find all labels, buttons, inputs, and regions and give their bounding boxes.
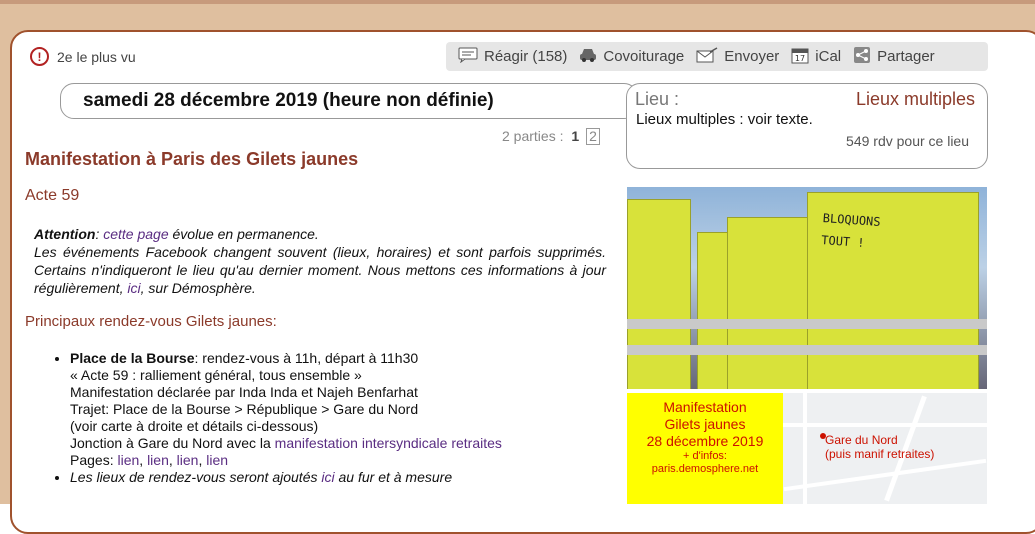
attention-notice: Attention: cette page évolue en permanen… bbox=[34, 225, 606, 297]
rdv-list: Place de la Bourse: rendez-vous à 11h, d… bbox=[50, 350, 610, 486]
poster-line-1: Manifestation bbox=[663, 399, 747, 415]
event-photo: BLOQUONS TOUT ! bbox=[627, 187, 987, 389]
share-label: Partager bbox=[877, 48, 935, 65]
rdv-line-6: Jonction à Gare du Nord avec la bbox=[70, 435, 275, 451]
ical-label: iCal bbox=[815, 48, 842, 65]
attention-text-1: évolue en permanence. bbox=[168, 226, 319, 242]
poster-line-2: Gilets jaunes bbox=[664, 416, 746, 432]
rdv-place: Place de la Bourse bbox=[70, 350, 195, 366]
carpool-label: Covoiturage bbox=[603, 48, 685, 65]
more-link[interactable]: ici bbox=[321, 469, 334, 485]
vest-slogan: BLOQUONS TOUT ! bbox=[821, 207, 882, 255]
page-link-4[interactable]: lien bbox=[206, 452, 228, 468]
pages-label: Pages: bbox=[70, 452, 118, 468]
part-1: 1 bbox=[571, 128, 580, 144]
reflective-stripe bbox=[627, 345, 987, 355]
carpool-button[interactable]: Covoiturage bbox=[579, 47, 684, 67]
vest-text-2: TOUT ! bbox=[820, 232, 866, 250]
attention-text-2: Les événements Facebook changent souvent… bbox=[34, 244, 606, 296]
list-item: Les lieux de rendez-vous seront ajoutés … bbox=[70, 469, 610, 486]
this-page-link[interactable]: cette page bbox=[103, 226, 168, 242]
poster-line-3: 28 décembre 2019 bbox=[646, 433, 764, 449]
part-2-link[interactable]: 2 bbox=[586, 128, 600, 145]
event-poster: Manifestation Gilets jaunes 28 décembre … bbox=[627, 393, 783, 504]
top-strip bbox=[0, 0, 1035, 4]
event-date: samedi 28 décembre 2019 (heure non défin… bbox=[83, 90, 494, 111]
more-end: au fur et à mesure bbox=[334, 469, 453, 485]
rdv-line-1: : rendez-vous à 11h, départ à 11h30 bbox=[194, 350, 419, 366]
event-title: Manifestation à Paris des Gilets jaunes bbox=[25, 149, 359, 169]
send-label: Envoyer bbox=[724, 48, 780, 65]
car-icon bbox=[579, 47, 597, 67]
location-box: Lieu : Lieux multiples Lieux multiples :… bbox=[626, 83, 988, 169]
page-link-3[interactable]: lien bbox=[177, 452, 199, 468]
map-label: Gare du Nord (puis manif retraites) bbox=[825, 433, 934, 461]
retraites-link[interactable]: manifestation intersyndicale retraites bbox=[275, 435, 502, 451]
parts-label: 2 parties : bbox=[502, 128, 564, 144]
rdv-line-2: « Acte 59 : ralliement général, tous ens… bbox=[70, 367, 362, 383]
react-label: Réagir (158) bbox=[484, 48, 568, 65]
share-icon bbox=[853, 46, 871, 68]
vest-shape bbox=[627, 199, 691, 389]
rdv-line-5: (voir carte à droite et détails ci-desso… bbox=[70, 418, 319, 434]
react-button[interactable]: Réagir (158) bbox=[458, 47, 567, 67]
comment-icon bbox=[458, 47, 478, 67]
ical-button[interactable]: 17 iCal bbox=[791, 46, 841, 68]
event-subtitle: Acte 59 bbox=[25, 187, 80, 204]
page-link-1[interactable]: lien bbox=[117, 452, 139, 468]
location-count[interactable]: 549 rdv pour ce lieu bbox=[846, 133, 969, 149]
alert-icon: ! bbox=[30, 47, 49, 66]
send-button[interactable]: Envoyer bbox=[696, 46, 780, 67]
svg-text:17: 17 bbox=[795, 54, 805, 63]
event-date-box: samedi 28 décembre 2019 (heure non défin… bbox=[60, 83, 638, 119]
most-viewed-label: 2e le plus vu bbox=[57, 48, 136, 65]
more-text: Les lieux de rendez-vous seront ajoutés bbox=[70, 469, 322, 485]
envelope-icon bbox=[696, 46, 718, 67]
most-viewed-badge: ! 2e le plus vu bbox=[30, 47, 136, 66]
calendar-icon: 17 bbox=[791, 46, 809, 68]
location-description: Lieux multiples : voir texte. bbox=[636, 111, 813, 128]
action-bar: Réagir (158) Covoiturage Envoyer 17 iCal… bbox=[446, 42, 988, 71]
comma: , bbox=[139, 452, 148, 468]
map-label-1: Gare du Nord bbox=[825, 433, 898, 447]
list-item: Place de la Bourse: rendez-vous à 11h, d… bbox=[70, 350, 610, 469]
comma: , bbox=[168, 452, 177, 468]
reflective-stripe bbox=[627, 319, 987, 329]
poster-line-5: paris.demosphere.net bbox=[651, 463, 759, 475]
attention-text-3: , sur Démosphère. bbox=[140, 280, 256, 296]
rdv-line-3: Manifestation déclarée par Inda Inda et … bbox=[70, 384, 418, 400]
parts-pagination: 2 parties : 1 2 bbox=[502, 128, 600, 145]
map-road bbox=[783, 458, 987, 492]
location-value[interactable]: Lieux multiples bbox=[856, 89, 975, 110]
location-label: Lieu : bbox=[635, 89, 680, 109]
poster-line-4: + d'infos: bbox=[683, 450, 727, 462]
route-map: Gare du Nord (puis manif retraites) bbox=[783, 393, 987, 504]
page-link-2[interactable]: lien bbox=[147, 452, 169, 468]
share-button[interactable]: Partager bbox=[853, 46, 935, 68]
here-link[interactable]: ici bbox=[127, 280, 140, 296]
rdv-line-4: Trajet: Place de la Bourse > République … bbox=[70, 401, 419, 417]
attention-label: Attention bbox=[34, 226, 96, 242]
map-label-2: (puis manif retraites) bbox=[825, 447, 935, 461]
section-title: Principaux rendez-vous Gilets jaunes: bbox=[25, 313, 277, 330]
map-road bbox=[783, 423, 987, 427]
